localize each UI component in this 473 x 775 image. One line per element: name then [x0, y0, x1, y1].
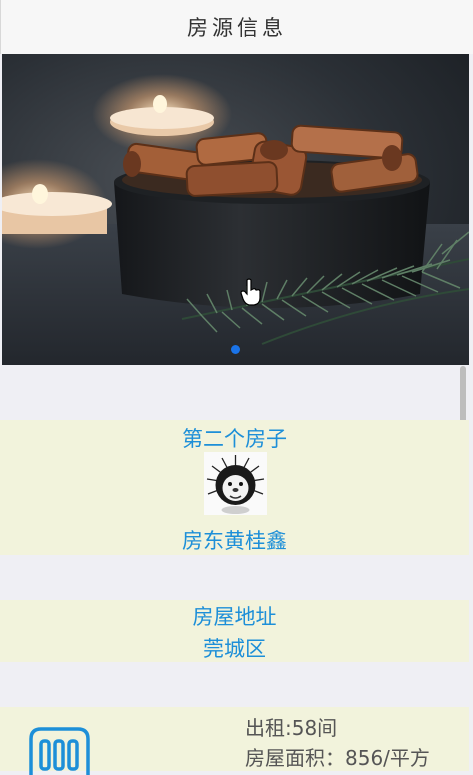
- rent-info: 出租:58间: [245, 716, 338, 740]
- address-value: 莞城区: [203, 637, 266, 661]
- listing-card[interactable]: 第二个房子 房东黄桂鑫: [0, 420, 469, 555]
- app-header: 房源信息: [0, 0, 473, 54]
- landlord-avatar: [204, 452, 267, 515]
- details-card[interactable]: 出租:58间 房屋面积：856/平方: [0, 707, 469, 775]
- building-icon: [29, 727, 90, 775]
- image-carousel[interactable]: [2, 54, 469, 365]
- address-label: 房屋地址: [192, 605, 277, 629]
- carousel-image: [2, 54, 469, 365]
- page-title: 房源信息: [187, 16, 287, 40]
- hand-cursor-icon: [240, 278, 261, 306]
- address-card[interactable]: 房屋地址 莞城区: [0, 600, 469, 662]
- area-info: 房屋面积：856/平方: [245, 746, 430, 770]
- listing-name[interactable]: 第二个房子: [0, 423, 469, 453]
- carousel-indicator-dot[interactable]: [231, 345, 240, 354]
- landlord-name: 房东黄桂鑫: [182, 529, 287, 553]
